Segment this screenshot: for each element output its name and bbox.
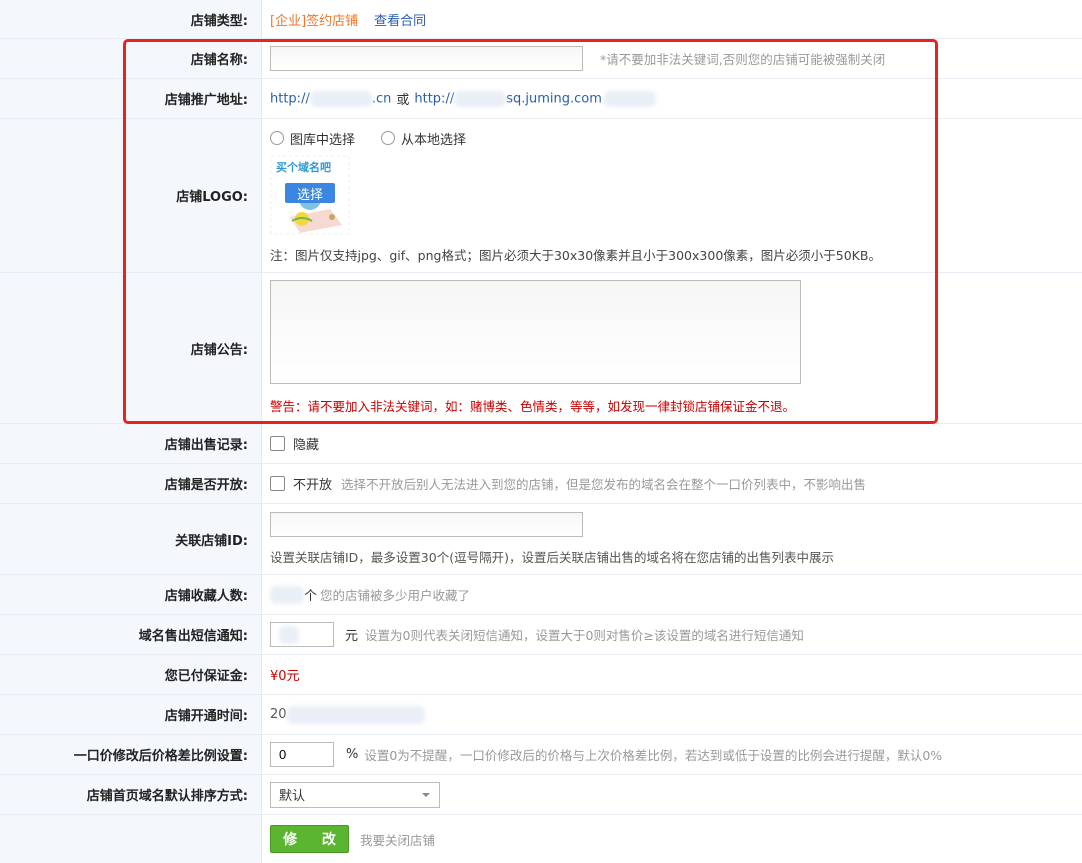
sms-value-redacted [279,625,299,644]
url-or-text: 或 [396,93,410,108]
shop-name-input[interactable] [270,46,583,71]
price-ratio-input[interactable] [270,742,334,767]
favorites-unit: 个 [304,589,318,604]
row-sms-notice: 域名售出短信通知: 元 设置为0则代表关闭短信通知，设置大于0则对售价≥该设置的… [0,615,1082,655]
sort-mode-select[interactable]: 默认 [270,781,440,808]
shop-url-2[interactable]: http://sq.juming.com [414,90,602,107]
logo-note: 注：图片仅支持jpg、gif、png格式；图片必须大于30x30像素并且小于30… [270,248,881,263]
open-time-redacted [286,705,425,724]
deposit-value: ¥0元 [270,669,300,684]
notice-warning: 警告：请不要加入非法关键词，如：赌博类、色情类，等等，如发现一律封锁店铺保证金不… [270,399,796,414]
label-open-time: 店铺开通时间: [0,695,262,734]
price-ratio-hint: 设置0为不提醒，一口价修改后的价格与上次价格差比例，若达到或低于设置的比例会进行… [364,748,943,763]
label-linked-id: 关联店铺ID: [0,504,262,574]
shop-name-hint: *请不要加非法关键词,否则您的店铺可能被强制关闭 [600,52,886,67]
view-contract-link[interactable]: 查看合同 [374,10,426,29]
redacted-domain [454,90,507,107]
label-sale-record: 店铺出售记录: [0,424,262,463]
row-open-time: 店铺开通时间: 20 [0,695,1082,735]
label-shop-open: 店铺是否开放: [0,464,262,503]
chevron-down-icon [422,792,430,797]
radio-gallery-label: 图库中选择 [290,132,356,148]
radio-local[interactable] [381,131,396,145]
logo-text: 买个域名吧 [276,161,331,174]
row-shop-name: 店铺名称: *请不要加非法关键词,否则您的店铺可能被强制关闭 [0,39,1082,79]
linked-id-hint: 设置关联店铺ID，最多设置30个(逗号隔开)，设置后关联店铺出售的域名将在您店铺… [270,550,834,565]
logo-preview[interactable]: 买个域名吧 选择 [270,155,350,235]
choose-logo-button[interactable]: 选择 [285,183,335,203]
sms-hint: 设置为0则代表关闭短信通知，设置大于0则对售价≥该设置的域名进行短信通知 [365,628,804,643]
row-sort-mode: 店铺首页域名默认排序方式: 默认 [0,775,1082,815]
row-price-ratio: 一口价修改后价格差比例设置: % 设置0为不提醒，一口价修改后的价格与上次价格差… [0,735,1082,775]
row-shop-logo: 店铺LOGO: 图库中选择 从本地选择 买个域名吧 选择 注：图片仅支持jpg、… [0,119,1082,273]
row-deposit: 您已付保证金: ¥0元 [0,655,1082,695]
not-open-checkbox[interactable] [270,476,285,491]
label-deposit: 您已付保证金: [0,655,262,694]
linked-id-input[interactable] [270,512,583,537]
favorites-count-redacted [270,585,304,604]
shop-type-value: [企业]签约店铺 [270,13,359,29]
not-open-label: 不开放 [293,478,333,493]
label-shop-logo: 店铺LOGO: [0,119,262,272]
sms-threshold-input[interactable] [270,622,334,647]
hide-sale-record-checkbox[interactable] [270,436,285,451]
label-sms-notice: 域名售出短信通知: [0,615,262,654]
label-shop-type: 店铺类型: [0,0,262,38]
shop-url-1[interactable]: http://.cn [270,90,391,107]
open-time-value: 20 [270,707,287,722]
label-sort-mode: 店铺首页域名默认排序方式: [0,775,262,814]
price-ratio-unit: % [346,747,359,762]
row-shop-type: 店铺类型: [企业]签约店铺 查看合同 [0,0,1082,39]
label-shop-url: 店铺推广地址: [0,79,262,118]
radio-gallery[interactable] [270,131,284,145]
redacted-domain [603,90,656,107]
label-shop-name: 店铺名称: [0,39,262,78]
row-sale-record: 店铺出售记录: 隐藏 [0,424,1082,464]
label-shop-notice: 店铺公告: [0,273,262,423]
shop-notice-textarea[interactable] [270,280,801,384]
favorites-hint: 您的店铺被多少用户收藏了 [320,588,471,603]
shop-settings-form: 店铺类型: [企业]签约店铺 查看合同 店铺名称: *请不要加非法关键词,否则您… [0,0,1082,863]
row-shop-open: 店铺是否开放: 不开放 选择不开放后别人无法进入到您的店铺，但是您发布的域名会在… [0,464,1082,504]
label-price-ratio: 一口价修改后价格差比例设置: [0,735,262,774]
row-favorites: 店铺收藏人数: 个 您的店铺被多少用户收藏了 [0,575,1082,615]
row-actions: 修 改 我要关闭店铺 [0,815,1082,863]
label-favorites: 店铺收藏人数: [0,575,262,614]
sort-mode-value: 默认 [279,789,306,804]
submit-button[interactable]: 修 改 [270,825,349,853]
radio-local-label: 从本地选择 [401,132,467,148]
redacted-domain [309,90,372,107]
row-linked-id: 关联店铺ID: 设置关联店铺ID，最多设置30个(逗号隔开)，设置后关联店铺出售… [0,504,1082,575]
shop-open-hint: 选择不开放后别人无法进入到您的店铺，但是您发布的域名会在整个一口价列表中，不影响… [341,477,867,492]
sms-unit: 元 [345,629,359,644]
close-shop-link[interactable]: 我要关闭店铺 [360,830,435,849]
hide-sale-record-label: 隐藏 [293,438,320,453]
row-shop-notice: 店铺公告: 警告：请不要加入非法关键词，如：赌博类、色情类，等等，如发现一律封锁… [0,273,1082,424]
row-shop-url: 店铺推广地址: http://.cn 或 http://sq.juming.co… [0,79,1082,119]
